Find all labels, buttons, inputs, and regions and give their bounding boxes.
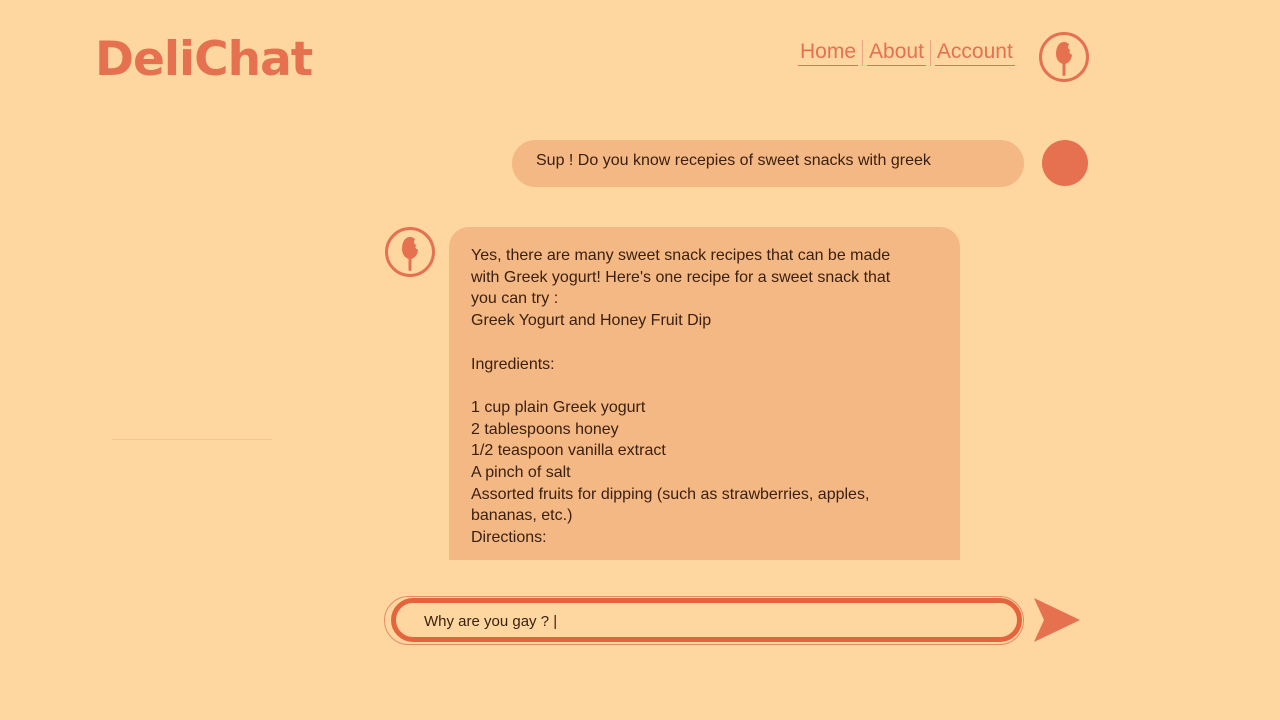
nav-divider: [862, 40, 864, 66]
bot-message-line: [471, 332, 938, 354]
spoon-bite-icon: [385, 227, 435, 277]
bot-message-line: Yes, there are many sweet snack recipes …: [471, 247, 891, 264]
bot-message-line: you can try :: [471, 290, 559, 308]
bot-message-line: Assorted fruits for dipping (such as str…: [471, 485, 870, 503]
top-nav: Home About Account: [798, 40, 1015, 66]
user-avatar[interactable]: [1042, 140, 1088, 186]
bot-message-line: [471, 375, 938, 397]
bot-message-bubble: Yes, there are many sweet snack recipes …: [449, 227, 960, 560]
bot-message-line: Directions:: [471, 529, 547, 547]
send-triangle-icon: [1034, 598, 1080, 642]
chat-page: DeliChat Home About Account Sup ! Do you…: [0, 0, 1280, 720]
bot-message-line: with Greek yogurt! Here's one recipe for…: [471, 268, 891, 286]
bot-message-line: bananas, etc.): [471, 507, 573, 525]
nav-divider: [929, 40, 931, 66]
brand-logo-text: DeliChat: [95, 32, 313, 87]
bot-message-line: 1 cup plain Greek yogurt: [471, 398, 646, 416]
user-message-bubble: Sup ! Do you know recepies of sweet snac…: [512, 140, 1024, 187]
nav-about-link[interactable]: About: [867, 40, 926, 66]
nav-home-link[interactable]: Home: [798, 40, 859, 66]
send-button[interactable]: [1032, 596, 1082, 644]
bot-message-line: Ingredients:: [471, 355, 555, 373]
spoon-bite-icon[interactable]: [1039, 32, 1089, 82]
message-input[interactable]: [424, 610, 964, 632]
bot-message-line: A pinch of salt: [471, 464, 571, 481]
nav-account-link[interactable]: Account: [934, 40, 1015, 66]
bot-message-line: 1/2 teaspoon vanilla extract: [471, 442, 666, 460]
message-input-box[interactable]: [391, 598, 1022, 642]
sidebar-divider: [112, 439, 272, 440]
bot-message-line: 2 tablespoons honey: [471, 420, 619, 438]
bot-message-line: Greek Yogurt and Honey Fruit Dip: [471, 312, 712, 330]
